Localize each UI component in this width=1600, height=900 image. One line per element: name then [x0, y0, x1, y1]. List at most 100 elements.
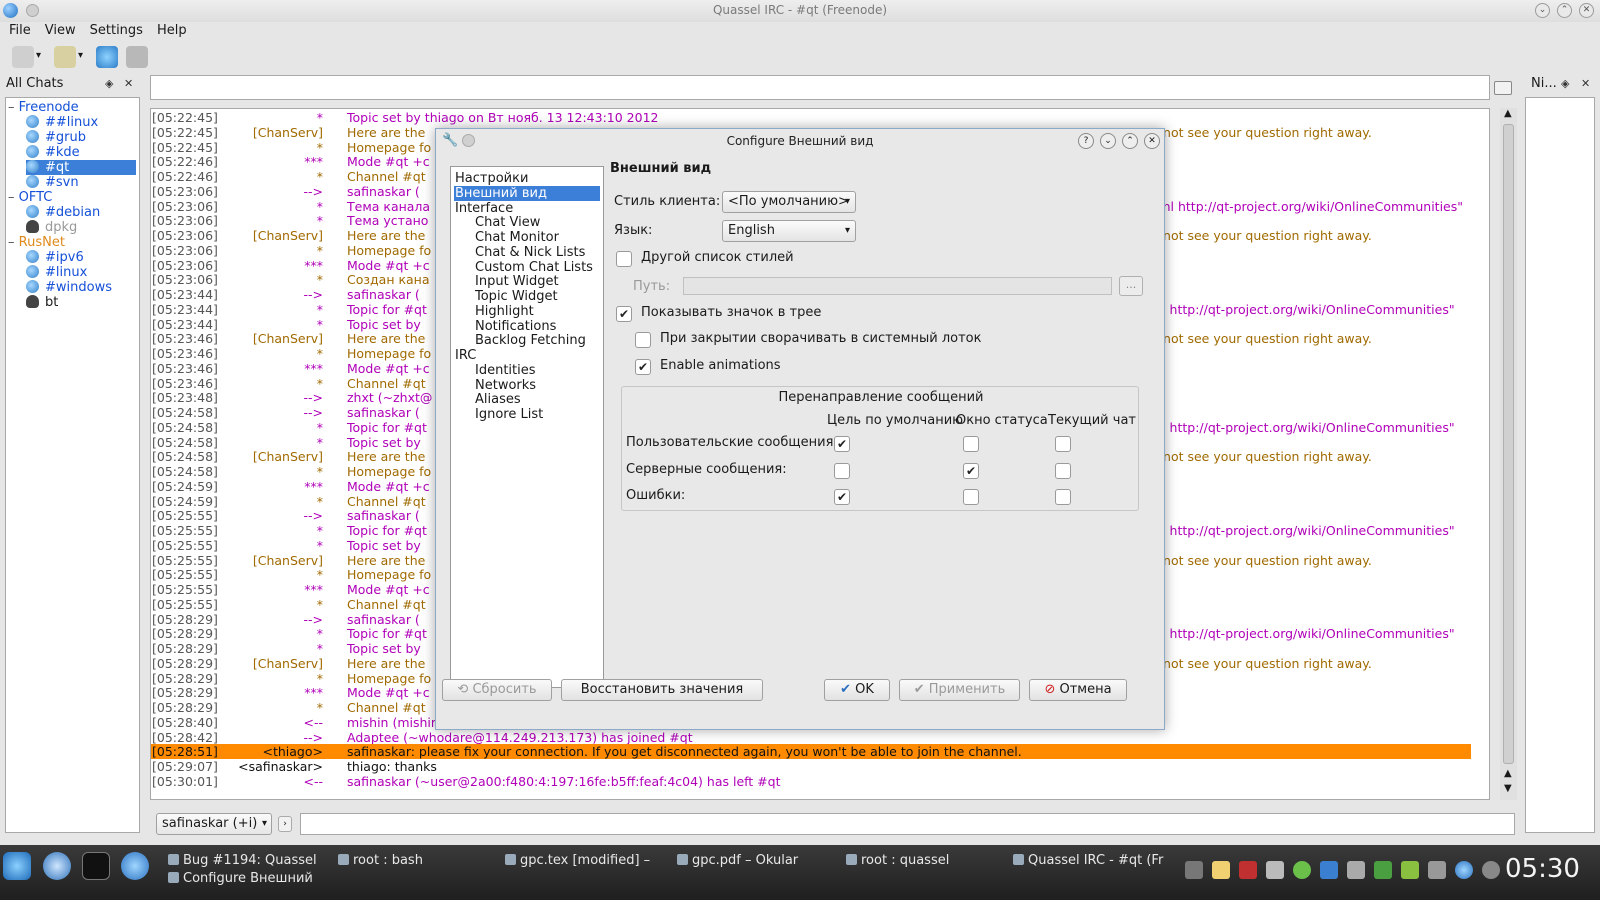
cancel-button[interactable]: ⊘ Отмена: [1029, 679, 1127, 701]
minimize-tray-checkbox[interactable]: [635, 332, 651, 348]
maximize-button[interactable]: ⌃: [1557, 3, 1572, 18]
help-button[interactable]: ?: [1078, 133, 1094, 149]
menu-file[interactable]: File: [9, 20, 31, 42]
channel-item[interactable]: #svn: [26, 175, 79, 190]
settings-category-item[interactable]: Topic Widget: [454, 289, 558, 304]
close-button[interactable]: ✕: [1144, 133, 1160, 149]
format-toggle-icon[interactable]: ›: [278, 816, 292, 832]
channel-item[interactable]: #ipv6: [26, 250, 84, 265]
path-input[interactable]: [683, 277, 1112, 295]
chevron-down-icon[interactable]: ▾: [36, 50, 41, 61]
settings-category-item[interactable]: Highlight: [454, 304, 534, 319]
menu-view[interactable]: View: [45, 20, 76, 42]
notifications-icon[interactable]: [1482, 861, 1500, 879]
scroll-thumb[interactable]: [1503, 124, 1514, 764]
settings-category-item[interactable]: Input Widget: [454, 274, 559, 289]
network-item[interactable]: – OFTC: [8, 190, 52, 205]
restore-defaults-button[interactable]: Восстановить значения: [561, 679, 763, 701]
channel-item[interactable]: #grub: [26, 130, 86, 145]
other-stylesheet-checkbox[interactable]: [616, 251, 632, 267]
close-panel-icon[interactable]: ✕: [124, 74, 133, 94]
printer-icon[interactable]: [1347, 861, 1365, 879]
settings-category-item[interactable]: Ignore List: [454, 407, 543, 422]
updates-icon[interactable]: [1428, 861, 1446, 879]
dropbox-icon[interactable]: [1320, 861, 1338, 879]
terminal-icon[interactable]: [82, 852, 110, 880]
collapse-icon[interactable]: –: [8, 235, 19, 250]
channel-item[interactable]: ##linux: [26, 115, 98, 130]
settings-category-item[interactable]: Внешний вид: [454, 185, 600, 201]
settings-category-item[interactable]: Chat Monitor: [454, 230, 559, 245]
clock[interactable]: 05:30: [1505, 854, 1580, 884]
battery-icon[interactable]: [1401, 861, 1419, 879]
settings-category-item[interactable]: Backlog Fetching: [454, 333, 586, 348]
scroll-down-icon[interactable]: ▼: [1504, 783, 1512, 794]
maximize-button[interactable]: ⌃: [1122, 133, 1138, 149]
channel-item[interactable]: bt: [26, 295, 58, 310]
settings-category-item[interactable]: Interface: [454, 201, 513, 216]
keyboard-layout-icon[interactable]: [1239, 861, 1257, 879]
close-button[interactable]: ✕: [1579, 3, 1594, 18]
settings-category-item[interactable]: Настройки: [454, 171, 528, 186]
network-item[interactable]: – RusNet: [8, 235, 65, 250]
status-window-checkbox[interactable]: [963, 489, 979, 505]
collapse-icon[interactable]: –: [8, 190, 19, 205]
taskbar-task[interactable]: gpc.tex [modified] –: [505, 853, 650, 869]
network-icon[interactable]: [1374, 861, 1392, 879]
taskbar-task[interactable]: Quassel IRC - #qt (Fr: [1013, 853, 1163, 869]
configure-networks-icon[interactable]: [96, 46, 118, 68]
reset-button[interactable]: ⟲ Сбросить: [442, 679, 552, 701]
animations-checkbox[interactable]: ✔: [635, 359, 651, 375]
taskbar-task[interactable]: gpc.pdf – Okular: [677, 853, 798, 869]
default-target-checkbox[interactable]: [834, 463, 850, 479]
apply-button[interactable]: ✔ Применить: [899, 679, 1020, 701]
connect-icon[interactable]: [12, 46, 34, 68]
channel-item[interactable]: #qt: [26, 160, 136, 175]
minimize-button[interactable]: ⌄: [1535, 3, 1550, 18]
close-panel-icon[interactable]: ✕: [1581, 74, 1590, 94]
channel-item[interactable]: dpkg: [26, 220, 77, 235]
topic-bar[interactable]: [150, 75, 1490, 100]
disconnect-icon[interactable]: [54, 46, 76, 68]
nick-selector[interactable]: safinaskar (+i) ▾: [156, 813, 272, 835]
chevron-down-icon[interactable]: ▾: [78, 50, 83, 61]
settings-category-item[interactable]: Aliases: [454, 392, 521, 407]
channel-item[interactable]: #windows: [26, 280, 112, 295]
settings-category-item[interactable]: Custom Chat Lists: [454, 260, 593, 275]
scroll-up-icon[interactable]: ▲: [1504, 108, 1512, 119]
taskbar-task[interactable]: Configure Внешний: [168, 871, 313, 887]
float-panel-icon[interactable]: ◈: [1561, 74, 1569, 94]
settings-category-item[interactable]: IRC: [454, 348, 476, 363]
pin-icon[interactable]: [462, 134, 475, 147]
client-style-select[interactable]: <По умолчанию> ▾: [722, 191, 856, 213]
current-chat-checkbox[interactable]: [1055, 436, 1071, 452]
message-input[interactable]: [300, 813, 1515, 835]
volume-icon[interactable]: [1266, 861, 1284, 879]
kde-menu-icon[interactable]: [3, 852, 31, 880]
default-target-checkbox[interactable]: ✔: [834, 489, 850, 505]
browse-button[interactable]: ...: [1119, 276, 1143, 296]
channel-item[interactable]: #kde: [26, 145, 80, 160]
float-panel-icon[interactable]: ◈: [105, 74, 113, 94]
folder-icon[interactable]: [1212, 861, 1230, 879]
topic-toggle-icon[interactable]: [1494, 81, 1512, 95]
collapse-icon[interactable]: –: [8, 100, 19, 115]
menu-help[interactable]: Help: [157, 20, 187, 42]
arrow-left-icon[interactable]: [1185, 861, 1203, 879]
quassel-tray-icon[interactable]: [1455, 861, 1473, 879]
language-select[interactable]: English ▾: [722, 220, 856, 242]
pin-icon[interactable]: [26, 4, 39, 17]
settings-category-item[interactable]: Chat & Nick Lists: [454, 245, 585, 260]
current-chat-checkbox[interactable]: [1055, 463, 1071, 479]
taskbar-task[interactable]: Bug #1194: Quassel: [168, 853, 317, 869]
settings-category-item[interactable]: Identities: [454, 363, 536, 378]
channel-item[interactable]: #debian: [26, 205, 100, 220]
settings-category-item[interactable]: Chat View: [454, 215, 540, 230]
browser-icon[interactable]: [43, 852, 71, 880]
current-chat-checkbox[interactable]: [1055, 489, 1071, 505]
status-window-checkbox[interactable]: [963, 436, 979, 452]
settings-category-item[interactable]: Networks: [454, 378, 536, 393]
ok-button[interactable]: ✔ OK: [824, 679, 890, 701]
minimize-button[interactable]: ⌄: [1100, 133, 1116, 149]
channel-item[interactable]: #linux: [26, 265, 87, 280]
